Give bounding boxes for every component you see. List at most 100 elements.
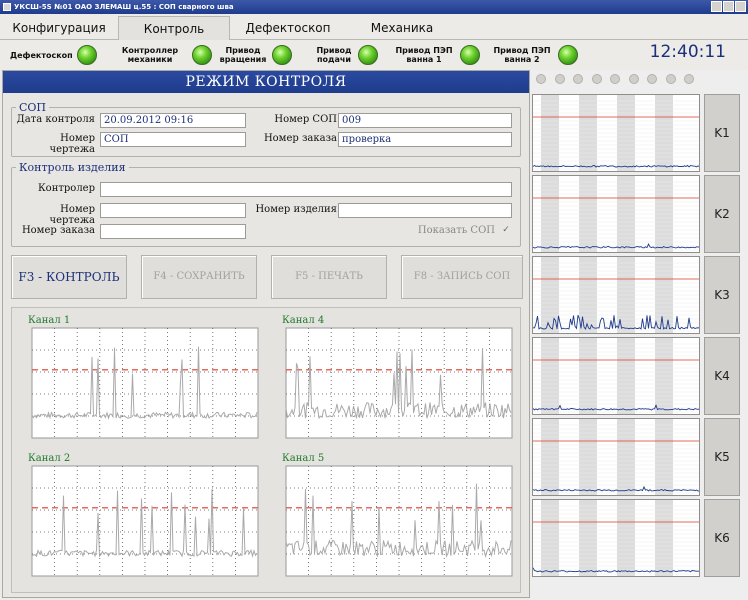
channel-charts: Канал 1 Канал 4 Канал 2 Канал 5 [11,307,521,593]
product-number-field[interactable] [338,203,512,218]
show-sop-checkbox[interactable]: ✓ [501,226,511,236]
sensor-dot-icon [628,74,639,84]
indicator-flaw-detector: Дефектоскоп [10,40,97,70]
strip-band [617,176,635,252]
channel-5-chart: Канал 5 [272,452,516,582]
indicator-mech-controller: Контроллер механики [112,40,212,70]
channel-4-label: Канал 4 [280,315,327,326]
indicator-rotation-drive: Привод вращения [218,40,292,70]
date-field[interactable]: 20.09.2012 09:16 [100,113,246,128]
channel-2-chart: Канал 2 [18,452,262,582]
sop-number-label: Номер СОП [274,114,337,125]
tab-control[interactable]: Контроль [118,16,230,40]
strip-button-k6[interactable]: K6 [704,499,740,577]
strip-chart-k4 [532,337,700,415]
sensor-dot-icon [554,74,565,84]
sensor-dot-icon [573,74,583,84]
indicator-feed-drive: Привод подачи [314,40,378,70]
channel-1-chart: Канал 1 [18,314,262,444]
app-icon [3,3,11,11]
order-label: Номер заказа [263,133,337,144]
indicator-label: Привод вращения [219,46,267,64]
strip-band [541,338,559,414]
channel-2-label: Канал 2 [26,453,73,464]
maximize-button[interactable] [723,1,734,12]
strip-band [655,257,673,333]
status-led-icon [460,45,480,65]
strip-chart-k1 [532,94,700,172]
status-bar: Дефектоскоп Контроллер механики Привод в… [0,40,748,70]
indicator-label: Привод подачи [316,46,352,64]
tab-mechanics[interactable]: Механика [346,16,458,40]
indicator-label: Дефектоскоп [10,50,73,60]
sensor-dots [530,74,700,88]
strip-band [617,338,635,414]
sop-legend: СОП [19,101,47,114]
show-sop-label: Показать СОП [417,225,495,236]
mode-title: РЕЖИМ КОНТРОЛЯ [3,71,529,93]
strip-band [617,500,635,576]
channel-1-plot [31,327,259,439]
status-led-icon [76,45,97,65]
strip-band [541,95,559,171]
status-led-icon [272,45,292,65]
strip-band [655,419,673,495]
controller-label: Контролер [37,183,95,194]
sensor-dot-icon [591,74,602,84]
sop-number-field[interactable]: 009 [338,113,512,128]
strip-button-k2[interactable]: K2 [704,175,740,253]
status-led-icon [358,45,378,65]
channel-2-plot [31,465,259,577]
strip-band [655,500,673,576]
sensor-dot-icon [684,74,694,84]
indicator-label: Привод ПЭП ванна 2 [493,46,551,64]
strip-band [579,500,597,576]
strip-band [655,95,673,171]
indicator-label: Привод ПЭП ванна 1 [395,46,453,64]
close-button[interactable] [735,1,746,12]
f8-record-sop-button[interactable]: F8 - ЗАПИСЬ СОП [401,255,523,299]
drawing-label: Номер чертежа [49,133,95,155]
tab-configuration[interactable]: Конфигурация [0,16,118,40]
indicator-pep-drive-2: Привод ПЭП ванна 2 [490,40,578,70]
strip-button-k1[interactable]: K1 [704,94,740,172]
tab-flaw-detector[interactable]: Дефектоскоп [230,16,346,40]
title-bar: УКСШ-5S №01 ОАО ЗЛЕМАШ ц.55 : СОП сварно… [0,0,748,14]
menu-tabs: Конфигурация Контроль Дефектоскоп Механи… [0,14,748,40]
f3-control-button[interactable]: F3 - КОНТРОЛЬ [11,255,127,299]
order-field[interactable]: проверка [338,132,512,147]
strip-chart-k5 [532,418,700,496]
strip-button-k4[interactable]: K4 [704,337,740,415]
strip-band [541,419,559,495]
status-led-icon [192,45,212,65]
channel-5-label: Канал 5 [280,453,327,464]
strip-chart-k6 [532,499,700,577]
product-number-label: Номер изделия [255,204,337,215]
strip-band [579,95,597,171]
window-controls [711,1,746,12]
strip-button-k3[interactable]: K3 [704,256,740,334]
minimize-button[interactable] [711,1,722,12]
strip-chart-k3 [532,256,700,334]
clock: 12:40:11 [649,42,726,62]
product-order-field[interactable] [100,224,246,239]
sensor-dot-icon [647,74,657,84]
strip-band [655,338,673,414]
window-title: УКСШ-5S №01 ОАО ЗЛЕМАШ ц.55 : СОП сварно… [14,3,234,11]
product-drawing-label: Номер чертежа [49,204,95,226]
drawing-field[interactable]: СОП [100,132,246,147]
indicator-pep-drive-1: Привод ПЭП ванна 1 [392,40,480,70]
control-panel: РЕЖИМ КОНТРОЛЯ СОП Дата контроля 20.09.2… [2,70,530,598]
indicator-label: Контроллер механики [121,46,179,64]
strip-band [617,419,635,495]
sensor-dot-icon [665,74,676,84]
controller-field[interactable] [100,182,512,197]
strip-chart-k2 [532,175,700,253]
app-window: УКСШ-5S №01 ОАО ЗЛЕМАШ ц.55 : СОП сварно… [0,0,748,600]
strip-band [617,95,635,171]
strip-button-k5[interactable]: K5 [704,418,740,496]
strip-band [579,176,597,252]
f5-print-button[interactable]: F5 - ПЕЧАТЬ [271,255,387,299]
product-drawing-field[interactable] [100,203,246,218]
f4-save-button[interactable]: F4 - СОХРАНИТЬ [141,255,257,299]
